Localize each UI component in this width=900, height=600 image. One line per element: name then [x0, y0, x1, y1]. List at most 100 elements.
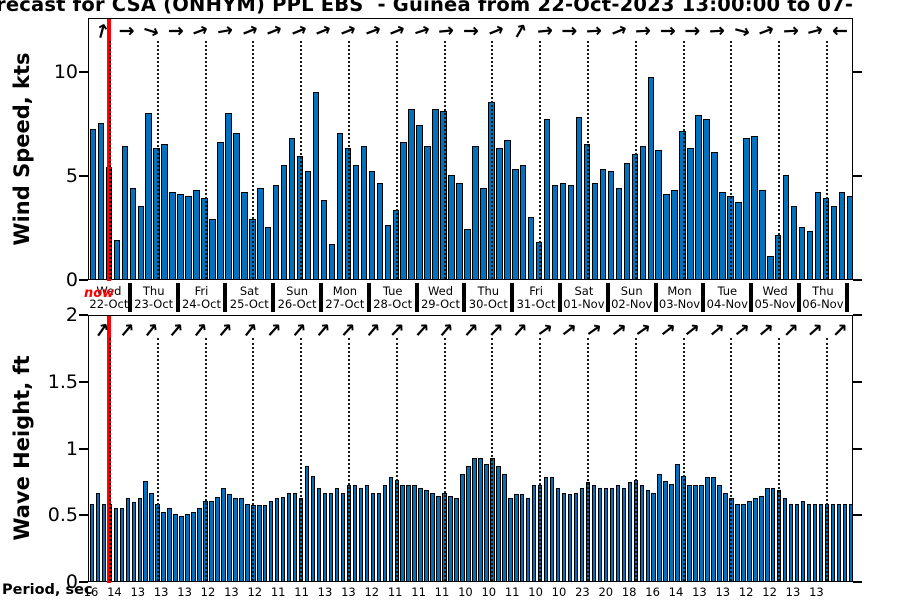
- wave-bar: [179, 516, 183, 581]
- y-tick-mark: [853, 71, 862, 73]
- wind-bar: [337, 133, 343, 279]
- period-value: 13: [686, 585, 712, 599]
- y-tick-mark: [79, 71, 88, 73]
- wind-y-tick-label: 5: [32, 165, 78, 187]
- wind-bar: [592, 183, 598, 279]
- wind-bar: [608, 171, 614, 279]
- wave-bar: [377, 493, 381, 581]
- wave-bar: [849, 504, 853, 581]
- period-value: 12: [757, 585, 783, 599]
- daily-gridline: [730, 338, 732, 581]
- wind-bar: [751, 136, 757, 279]
- wave-bar: [711, 477, 715, 581]
- wind-direction-arrow-icon: →: [116, 21, 138, 41]
- wind-bar: [671, 190, 677, 279]
- wave-bar: [693, 485, 697, 581]
- wave-bar: [484, 464, 488, 581]
- wind-bar: [807, 231, 813, 279]
- wind-bar: [799, 227, 805, 279]
- wave-bar: [418, 488, 422, 581]
- wave-bar: [663, 481, 667, 581]
- wave-bar: [239, 498, 243, 581]
- period-value: 13: [172, 585, 198, 599]
- wind-direction-arrow-icon: →: [802, 18, 828, 43]
- wind-bar: [313, 92, 319, 279]
- wind-bar: [321, 200, 327, 279]
- wave-bar: [646, 490, 650, 581]
- day-label: Sun 02-Nov: [608, 283, 656, 310]
- wind-direction-arrow-icon: →: [212, 19, 237, 43]
- wave-bar: [532, 485, 536, 581]
- wind-direction-arrow-icon: →: [582, 20, 605, 41]
- period-value: 13: [148, 585, 174, 599]
- wave-bar: [789, 504, 793, 581]
- wave-bar: [568, 494, 572, 581]
- wind-bar: [480, 188, 486, 279]
- wave-bar: [400, 485, 404, 581]
- wind-bar: [847, 196, 853, 279]
- wave-bar: [305, 466, 309, 581]
- y-tick-mark: [79, 381, 88, 383]
- daily-gridline: [778, 41, 780, 279]
- daily-gridline: [205, 338, 207, 581]
- wave-bar: [640, 485, 644, 581]
- wave-bar: [454, 498, 458, 581]
- wind-direction-arrow-icon: →: [681, 21, 703, 41]
- wave-bar: [424, 490, 428, 581]
- period-value: 11: [406, 585, 432, 599]
- wave-bar: [263, 505, 267, 581]
- wind-bar: [424, 146, 430, 279]
- wave-bar: [365, 485, 369, 581]
- period-value: 11: [499, 585, 525, 599]
- y-tick-mark: [853, 514, 862, 516]
- daily-gridline: [348, 41, 350, 279]
- wind-bar: [496, 148, 502, 279]
- period-value: 13: [710, 585, 736, 599]
- wind-direction-arrow-icon: →: [632, 20, 655, 41]
- wave-bar: [771, 488, 775, 581]
- daily-gridline: [491, 338, 493, 581]
- y-tick-mark: [79, 581, 88, 583]
- wind-bar: [719, 192, 725, 279]
- wave-bar: [96, 493, 100, 581]
- wind-bar: [257, 188, 263, 279]
- wind-bar: [624, 163, 630, 279]
- y-tick-mark: [853, 448, 862, 450]
- wind-bar: [616, 188, 622, 279]
- wave-bar: [717, 485, 721, 581]
- wave-bar: [813, 504, 817, 581]
- wind-direction-arrow-icon: →: [383, 18, 411, 45]
- wind-direction-arrow-icon: →: [558, 21, 580, 41]
- wind-bar: [122, 146, 128, 279]
- wave-bar: [610, 488, 614, 581]
- period-value: 16: [640, 585, 666, 599]
- wave-bar: [460, 474, 464, 581]
- wind-bar: [161, 144, 167, 279]
- wind-bar: [759, 190, 765, 279]
- wave-bar: [556, 488, 560, 581]
- wave-bar: [209, 501, 213, 581]
- wave-bar: [502, 474, 506, 581]
- wind-bar: [361, 146, 367, 279]
- wind-direction-arrow-icon: →: [260, 18, 288, 45]
- wind-bar: [145, 113, 151, 279]
- wind-bar: [273, 185, 279, 279]
- wind-bar: [687, 148, 693, 279]
- wind-bar: [695, 115, 701, 279]
- wave-bar: [335, 488, 339, 581]
- wave-bar: [759, 496, 763, 581]
- wave-bar: [138, 498, 142, 581]
- daily-gridline: [396, 338, 398, 581]
- wind-bar: [648, 77, 654, 279]
- wave-bar: [466, 466, 470, 581]
- wave-height-plot: →→→→→→→→→→→→→→→→→→→→→→→→→→→→→→→: [88, 315, 853, 582]
- day-label: Sat 01-Nov: [560, 283, 608, 310]
- daily-gridline: [587, 41, 589, 279]
- y-tick-mark: [853, 581, 862, 583]
- wave-bar: [412, 485, 416, 581]
- wind-direction-arrow-icon: →: [605, 18, 633, 45]
- wave-bar: [562, 493, 566, 581]
- wave-bar: [448, 496, 452, 581]
- daily-gridline: [252, 41, 254, 279]
- wave-bar: [389, 477, 393, 581]
